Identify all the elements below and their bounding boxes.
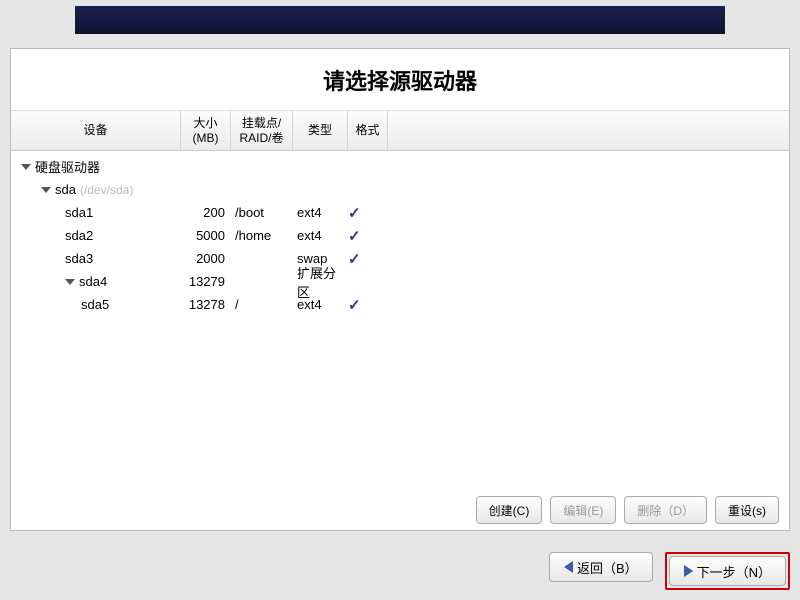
size-cell: 2000: [181, 251, 231, 266]
col-header-format[interactable]: 格式: [348, 111, 388, 150]
back-button[interactable]: 返回（B）: [549, 552, 653, 582]
partition-row[interactable]: sda1 200/bootext4✓: [11, 201, 789, 224]
format-cell: ✓: [348, 250, 388, 268]
partition-row[interactable]: sda2 5000/homeext4✓: [11, 224, 789, 247]
main-frame: 请选择源驱动器 设备 大小 (MB) 挂载点/ RAID/卷 类型 格式 硬盘驱…: [10, 48, 790, 531]
device-label: sda1: [65, 205, 93, 220]
title-area: 请选择源驱动器: [11, 49, 789, 111]
format-cell: ✓: [348, 296, 388, 314]
check-icon: ✓: [348, 228, 361, 245]
col-header-type[interactable]: 类型: [293, 111, 348, 150]
size-cell: 200: [181, 205, 231, 220]
delete-button: 删除（D）: [624, 496, 707, 524]
expand-icon[interactable]: [21, 164, 31, 170]
size-cell: 5000: [181, 228, 231, 243]
format-cell: ✓: [348, 204, 388, 222]
tree-root-row[interactable]: 硬盘驱动器: [11, 155, 789, 178]
size-cell: 13279: [181, 274, 231, 289]
format-cell: ✓: [348, 227, 388, 245]
partition-row[interactable]: sda32000swap✓: [11, 247, 789, 270]
top-banner: [75, 6, 725, 34]
col-header-size[interactable]: 大小 (MB): [181, 111, 231, 150]
size-cell: 13278: [181, 297, 231, 312]
tree-disk-row[interactable]: sda (/dev/sda): [11, 178, 789, 201]
mount-cell: /home: [231, 228, 293, 243]
type-cell: ext4: [293, 297, 348, 312]
create-button[interactable]: 创建(C): [476, 496, 543, 524]
col-header-device[interactable]: 设备: [11, 111, 181, 150]
device-label: sda2: [65, 228, 93, 243]
check-icon: ✓: [348, 251, 361, 268]
check-icon: ✓: [348, 297, 361, 314]
device-label: sda3: [65, 251, 93, 266]
col-header-mount[interactable]: 挂载点/ RAID/卷: [231, 111, 293, 150]
partition-row[interactable]: sda413279扩展分区: [11, 270, 789, 293]
expand-icon[interactable]: [41, 187, 51, 193]
reset-button[interactable]: 重设(s): [715, 496, 779, 524]
tree-root-label: 硬盘驱动器: [35, 157, 100, 176]
next-label: 下一步（N）: [697, 562, 771, 581]
arrow-right-icon: [684, 565, 693, 577]
edit-button: 编辑(E): [550, 496, 616, 524]
arrow-left-icon: [564, 561, 573, 573]
mount-cell: /: [231, 297, 293, 312]
device-label: sda4: [79, 274, 107, 289]
expand-icon[interactable]: [65, 279, 75, 285]
device-label: sda5: [81, 297, 109, 312]
disk-path: (/dev/sda): [80, 183, 133, 197]
type-cell: ext4: [293, 228, 348, 243]
partition-row[interactable]: sda5 13278/ext4✓: [11, 293, 789, 316]
table-header: 设备 大小 (MB) 挂载点/ RAID/卷 类型 格式: [11, 111, 789, 151]
wizard-nav: 返回（B） 下一步（N）: [549, 552, 790, 590]
page-title: 请选择源驱动器: [323, 64, 477, 96]
type-cell: 扩展分区: [293, 263, 348, 301]
partition-action-bar: 创建(C) 编辑(E) 删除（D） 重设(s): [476, 496, 779, 524]
type-cell: ext4: [293, 205, 348, 220]
next-button-highlight: 下一步（N）: [665, 552, 790, 590]
disk-label: sda: [55, 182, 76, 197]
partition-tree: 硬盘驱动器 sda(/dev/sda) sda1200/bootext4✓sda…: [11, 151, 789, 481]
mount-cell: /boot: [231, 205, 293, 220]
check-icon: ✓: [348, 205, 361, 222]
next-button[interactable]: 下一步（N）: [669, 556, 786, 586]
back-label: 返回（B）: [577, 558, 638, 577]
